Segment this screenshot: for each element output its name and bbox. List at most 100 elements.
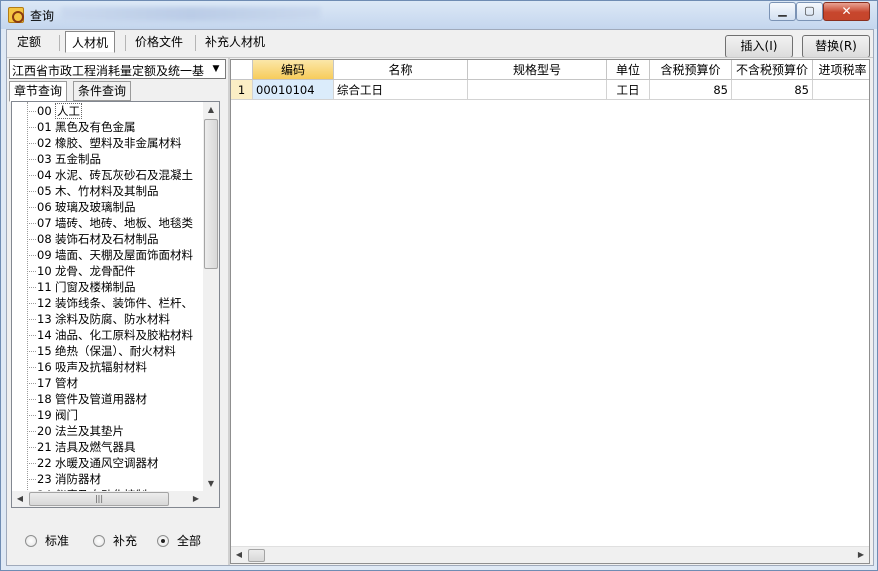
cell-spec[interactable]	[468, 80, 607, 100]
tree-connector	[27, 287, 36, 288]
tree-item-label: 墙面、天棚及屋面饰面材料	[55, 248, 193, 262]
tree-item-label: 涂料及防腐、防水材料	[55, 312, 170, 326]
column-header-name[interactable]: 名称	[334, 60, 468, 80]
tree-item-label: 洁具及燃气器具	[55, 440, 136, 454]
title-bar[interactable]: 查询 ▁ ▢ ✕	[1, 1, 877, 29]
cell-input-tax-rate[interactable]	[813, 80, 869, 100]
tree-connector	[27, 127, 36, 128]
tree-item-label: 装饰线条、装饰件、栏杆、	[55, 296, 193, 310]
tree-connector	[27, 303, 36, 304]
maximize-button[interactable]: ▢	[796, 2, 823, 21]
column-header-price-with-tax[interactable]: 含税预算价	[650, 60, 732, 80]
scroll-right-icon[interactable]: ▶	[188, 491, 204, 507]
tab-price-file[interactable]: 价格文件	[129, 31, 189, 53]
scroll-up-icon[interactable]: ▲	[203, 102, 219, 118]
cell-unit[interactable]: 工日	[607, 80, 650, 100]
tree-item-label: 管材	[55, 376, 78, 390]
tab-supplementary[interactable]: 补充人材机	[199, 31, 271, 53]
tree-item-code: 01	[37, 120, 52, 134]
column-header-spec[interactable]: 规格型号	[468, 60, 607, 80]
scroll-left-icon[interactable]: ◀	[12, 491, 28, 507]
tab-quota[interactable]: 定额	[11, 31, 47, 53]
tab-condition-query[interactable]: 条件查询	[73, 81, 132, 101]
client-area: 定额 人材机 价格文件 补充人材机 插入(I) 替换(R) 江西省市政工程消耗量…	[6, 29, 874, 566]
tree-item-label: 木、竹材料及其制品	[55, 184, 159, 198]
close-button[interactable]: ✕	[823, 2, 870, 21]
tree-connector	[27, 335, 36, 336]
column-header-price-without-tax[interactable]: 不含税预算价	[732, 60, 813, 80]
tree-item-code: 10	[37, 264, 52, 278]
tree-connector	[27, 175, 36, 176]
tree-connector	[27, 191, 36, 192]
tab-chapter-query[interactable]: 章节查询	[9, 81, 68, 102]
tree-item-label: 装饰石材及石材制品	[55, 232, 159, 246]
tree-connector	[27, 271, 36, 272]
scroll-left-icon[interactable]: ◀	[231, 547, 247, 563]
minimize-button[interactable]: ▁	[769, 2, 796, 21]
tree-item-code: 06	[37, 200, 52, 214]
tree-vertical-scrollbar[interactable]: ▲ ▼	[203, 102, 219, 492]
tree-item-code: 09	[37, 248, 52, 262]
tree-item-label: 墙砖、地砖、地板、地毯类	[55, 216, 193, 230]
tree-list: 00 人工 01 黑色及有色金属 02 橡胶、塑料及非金属材料 03 五金制品 04 水泥、砖瓦灰…	[12, 102, 204, 492]
tree-item-label: 水泥、砖瓦灰砂石及混凝土	[55, 168, 193, 182]
tree-connector	[27, 367, 36, 368]
tree-item-label: 管件及管道用器材	[55, 392, 147, 406]
tree-item-label: 水暖及通风空调器材	[55, 456, 159, 470]
tree-item-label: 橡胶、塑料及非金属材料	[55, 136, 182, 150]
app-icon	[8, 7, 24, 23]
tree-item-code: 22	[37, 456, 52, 470]
chapter-tree: 00 人工 01 黑色及有色金属 02 橡胶、塑料及非金属材料 03 五金制品 04 水泥、砖瓦灰…	[11, 101, 220, 508]
window-title: 查询	[30, 9, 55, 23]
cell-code[interactable]: 00010104	[253, 80, 334, 100]
tree-item-code: 04	[37, 168, 52, 182]
tree-item-code: 17	[37, 376, 52, 390]
scroll-thumb[interactable]	[204, 119, 218, 269]
scroll-right-icon[interactable]: ▶	[853, 547, 869, 563]
tree-connector	[27, 415, 36, 416]
tree-horizontal-scrollbar[interactable]: ◀ ||| ▶	[12, 491, 204, 507]
tree-connector	[27, 159, 36, 160]
tree-item-label: 吸声及抗辐射材料	[55, 360, 147, 374]
grid-horizontal-scrollbar[interactable]: ◀ ▶	[231, 546, 869, 563]
tree-connector	[27, 111, 36, 112]
tree-connector	[27, 255, 36, 256]
tree-item-code: 14	[37, 328, 52, 342]
chevron-down-icon[interactable]: ▼	[207, 60, 225, 78]
radio-label: 标准	[45, 534, 70, 548]
tree-item-label: 龙骨、龙骨配件	[55, 264, 136, 278]
tree-item-code: 13	[37, 312, 52, 326]
tree-connector	[27, 383, 36, 384]
tree-item-code: 23	[37, 472, 52, 486]
tree-item-label: 人工	[55, 103, 82, 119]
row-number[interactable]: 1	[231, 80, 253, 100]
tree-item-code: 20	[37, 424, 52, 438]
radio-button-checked[interactable]	[157, 535, 169, 547]
tree-item-label: 阀门	[55, 408, 78, 422]
tree-connector	[27, 239, 36, 240]
cell-price-without-tax[interactable]: 85	[732, 80, 813, 100]
tree-item-code: 15	[37, 344, 52, 358]
scroll-thumb[interactable]	[248, 549, 265, 562]
radio-label: 补充	[113, 534, 138, 548]
radio-button[interactable]	[25, 535, 37, 547]
column-header-input-tax-rate[interactable]: 进项税率	[813, 60, 869, 80]
column-header-unit[interactable]: 单位	[607, 60, 650, 80]
scroll-down-icon[interactable]: ▼	[203, 476, 219, 492]
tab-separator	[125, 35, 126, 51]
tree-connector	[27, 223, 36, 224]
left-panel: 江西省市政工程消耗量定额及统一基 ▼ 章节查询 条件查询 00 人工 01 黑色及有色…	[7, 58, 228, 565]
cell-price-with-tax[interactable]: 85	[650, 80, 732, 100]
tree-item-code: 19	[37, 408, 52, 422]
cell-name[interactable]: 综合工日	[334, 80, 468, 100]
scroll-thumb[interactable]: |||	[29, 492, 169, 506]
radio-button[interactable]	[93, 535, 105, 547]
tree-item-code: 12	[37, 296, 52, 310]
insert-button[interactable]: 插入(I)	[725, 35, 793, 58]
tree-item-code: 05	[37, 184, 52, 198]
column-header-code[interactable]: 编码	[253, 60, 334, 80]
tab-labor-material-machine[interactable]: 人材机	[65, 31, 116, 53]
blurred-title-path	[61, 7, 321, 21]
quota-library-select[interactable]: 江西省市政工程消耗量定额及统一基 ▼	[9, 59, 226, 79]
replace-button[interactable]: 替换(R)	[802, 35, 870, 58]
